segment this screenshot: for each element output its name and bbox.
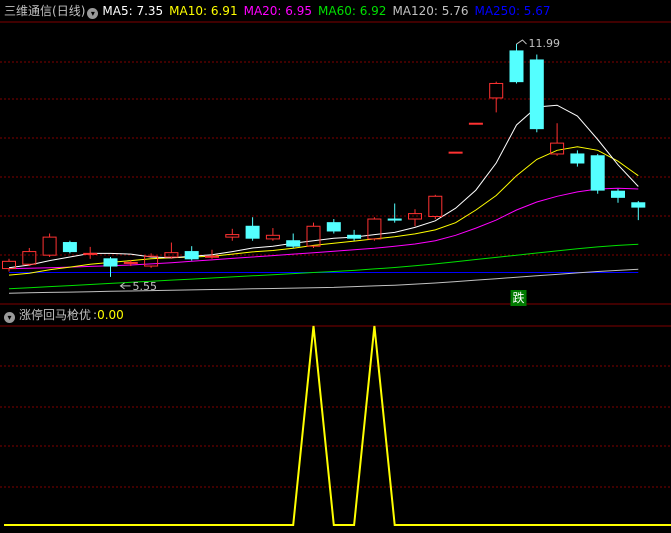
candle-body xyxy=(529,59,544,130)
high-marker xyxy=(516,39,527,45)
candle-body xyxy=(245,225,260,239)
candle-body xyxy=(62,242,77,253)
high-label: 11.99 xyxy=(529,37,561,50)
indicator-line xyxy=(4,325,671,526)
candle-body xyxy=(590,155,605,191)
candle-body xyxy=(164,252,179,258)
candle-body xyxy=(448,151,463,154)
candle-body xyxy=(103,258,118,267)
candle-body xyxy=(326,222,341,232)
candle-body xyxy=(123,261,138,264)
candle-body xyxy=(489,82,504,99)
signal-text: 跌 xyxy=(512,290,524,305)
candle-body xyxy=(367,218,382,240)
candle-body xyxy=(83,252,98,255)
candle-body xyxy=(387,218,402,221)
ma10-line xyxy=(8,146,639,276)
candle-body xyxy=(509,50,524,83)
candle-body xyxy=(631,202,646,208)
kline-chart[interactable]: 11.99 5.55 跌 xyxy=(0,0,671,533)
candle-body xyxy=(265,234,280,240)
candle-body xyxy=(22,251,37,265)
ma5-line xyxy=(8,104,639,269)
candle-body xyxy=(347,234,362,239)
ma60-line xyxy=(8,243,639,290)
candle-body xyxy=(428,195,443,218)
candle-body xyxy=(225,234,240,238)
low-label: 5.55 xyxy=(133,280,158,293)
ma20-line xyxy=(8,187,639,270)
candle-body xyxy=(42,236,57,256)
candle-body xyxy=(184,251,199,260)
candle-body xyxy=(611,190,625,198)
candle-body xyxy=(468,122,483,125)
candle-body xyxy=(570,153,585,164)
candle-body xyxy=(286,240,301,247)
candle-body xyxy=(205,255,219,258)
candle-body xyxy=(408,213,422,220)
candle-body xyxy=(306,225,321,247)
